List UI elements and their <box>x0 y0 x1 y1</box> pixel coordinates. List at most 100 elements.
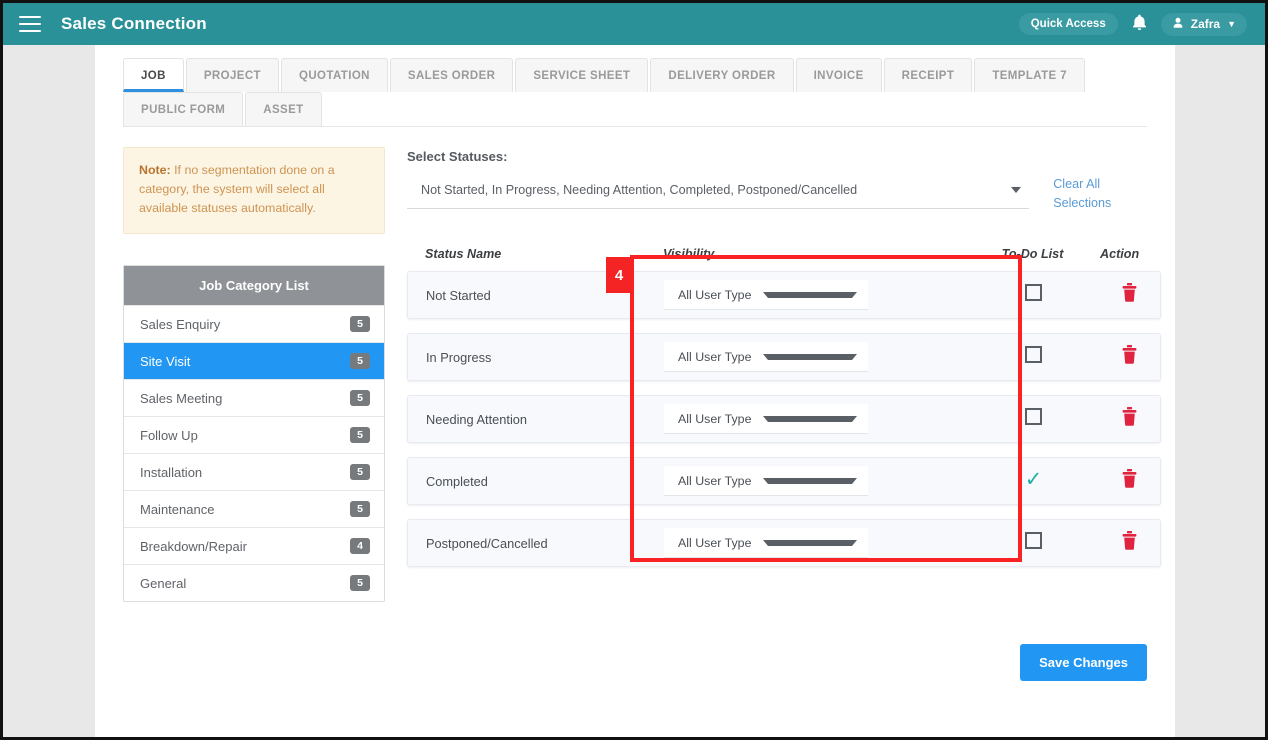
todo-cell <box>966 408 1101 430</box>
status-name-cell: Not Started <box>426 287 491 303</box>
visibility-dropdown[interactable]: All User Type <box>664 280 868 310</box>
visibility-dropdown[interactable]: All User Type <box>664 528 868 558</box>
todo-checkbox[interactable] <box>1025 408 1042 425</box>
tab-job[interactable]: JOB <box>123 58 184 92</box>
column-header-status-name: Status Name <box>425 247 502 261</box>
trash-icon[interactable] <box>1121 345 1138 369</box>
todo-cell <box>966 532 1101 554</box>
column-header-todo-list: To-Do List <box>1001 247 1064 261</box>
table-row: Not Started All User Type <box>407 271 1162 319</box>
top-header-bar: Sales Connection Quick Access Zafra ▼ <box>3 3 1265 45</box>
select-statuses-value: Not Started, In Progress, Needing Attent… <box>421 183 858 197</box>
visibility-value: All User Type <box>678 287 752 302</box>
visibility-dropdown[interactable]: All User Type <box>664 466 868 496</box>
annotation-step-badge: 4 <box>606 257 632 293</box>
category-count-badge: 5 <box>350 316 370 332</box>
todo-checkbox[interactable] <box>1025 346 1042 363</box>
save-changes-button[interactable]: Save Changes <box>1020 644 1147 681</box>
chevron-down-icon <box>762 353 857 360</box>
category-item-maintenance[interactable]: Maintenance 5 <box>124 490 384 527</box>
todo-checkbox[interactable] <box>1025 284 1042 301</box>
footer-actions: Save Changes <box>95 644 1175 681</box>
hamburger-menu-icon[interactable] <box>19 16 41 32</box>
visibility-cell: All User Type <box>636 342 966 372</box>
status-name-cell: In Progress <box>426 349 492 365</box>
category-label: Follow Up <box>140 427 198 443</box>
visibility-cell: All User Type <box>636 404 966 434</box>
category-label: Breakdown/Repair <box>140 538 247 554</box>
table-row: In Progress All User Type <box>407 333 1162 381</box>
chevron-down-icon <box>762 477 857 484</box>
category-item-follow-up[interactable]: Follow Up 5 <box>124 416 384 453</box>
left-column: Note: If no segmentation done on a categ… <box>123 127 385 602</box>
tab-delivery-order[interactable]: DELIVERY ORDER <box>650 58 794 92</box>
status-name-cell: Completed <box>426 473 488 489</box>
table-row: Needing Attention All User Type <box>407 395 1162 443</box>
info-note: Note: If no segmentation done on a categ… <box>123 147 385 234</box>
todo-cell <box>966 346 1101 368</box>
category-count-badge: 5 <box>350 427 370 443</box>
select-statuses-dropdown[interactable]: Not Started, In Progress, Needing Attent… <box>407 177 1030 209</box>
person-icon <box>1172 17 1184 32</box>
todo-checkbox[interactable] <box>1025 532 1042 549</box>
tab-quotation[interactable]: QUOTATION <box>280 58 388 92</box>
category-item-sales-meeting[interactable]: Sales Meeting 5 <box>124 379 384 416</box>
header-actions: Quick Access Zafra ▼ <box>1018 12 1247 36</box>
table-row: Postponed/Cancelled All User Type <box>407 519 1162 567</box>
action-cell <box>1101 531 1160 555</box>
status-table-header: Status Name Visibility To-Do List Action <box>407 247 1161 271</box>
visibility-cell: All User Type <box>636 528 966 558</box>
job-category-list: Job Category List Sales Enquiry 5 Site V… <box>123 265 385 602</box>
category-count-badge: 4 <box>350 538 370 554</box>
tab-public-form[interactable]: PUBLIC FORM <box>123 92 244 126</box>
tab-project[interactable]: PROJECT <box>185 58 279 92</box>
chevron-down-icon <box>762 539 857 546</box>
action-cell <box>1101 283 1160 307</box>
tab-asset[interactable]: ASSET <box>245 92 322 126</box>
tab-row-primary: JOB PROJECT QUOTATION SALES ORDER SERVIC… <box>123 58 1175 92</box>
trash-icon[interactable] <box>1121 531 1138 555</box>
category-item-breakdown-repair[interactable]: Breakdown/Repair 4 <box>124 527 384 564</box>
action-cell <box>1101 469 1160 493</box>
category-label: Sales Enquiry <box>140 316 221 332</box>
category-label: Sales Meeting <box>140 390 223 406</box>
column-header-action: Action <box>1100 247 1140 261</box>
trash-icon[interactable] <box>1121 469 1138 493</box>
content-columns: Note: If no segmentation done on a categ… <box>95 127 1175 602</box>
tab-service-sheet[interactable]: SERVICE SHEET <box>515 58 649 92</box>
category-count-badge: 5 <box>350 464 370 480</box>
main-content-page: JOB PROJECT QUOTATION SALES ORDER SERVIC… <box>95 45 1175 737</box>
status-name-cell: Needing Attention <box>426 411 528 427</box>
user-menu-button[interactable]: Zafra ▼ <box>1160 12 1247 36</box>
app-window: Sales Connection Quick Access Zafra ▼ JO… <box>0 0 1268 740</box>
tab-receipt[interactable]: RECEIPT <box>883 58 973 92</box>
visibility-cell: All User Type <box>636 466 966 496</box>
category-label: Site Visit <box>140 353 191 369</box>
note-strong-label: Note: <box>139 163 171 177</box>
category-label: General <box>140 575 187 591</box>
visibility-dropdown[interactable]: All User Type <box>664 342 868 372</box>
quick-access-button[interactable]: Quick Access <box>1018 13 1118 35</box>
category-item-sales-enquiry[interactable]: Sales Enquiry 5 <box>124 305 384 342</box>
clear-all-selections-link[interactable]: Clear All Selections <box>1053 175 1161 213</box>
visibility-dropdown[interactable]: All User Type <box>664 404 868 434</box>
select-statuses-label: Select Statuses: <box>407 149 508 164</box>
tab-sales-order[interactable]: SALES ORDER <box>389 58 514 92</box>
tab-template-7[interactable]: TEMPLATE 7 <box>974 58 1086 92</box>
app-title: Sales Connection <box>61 14 207 33</box>
trash-icon[interactable] <box>1121 283 1138 307</box>
category-count-badge: 5 <box>350 575 370 591</box>
todo-cell: ✓ <box>966 468 1101 491</box>
action-cell <box>1101 407 1160 431</box>
user-name-label: Zafra <box>1190 17 1221 31</box>
check-icon[interactable]: ✓ <box>1025 468 1043 491</box>
tab-invoice[interactable]: INVOICE <box>795 58 882 92</box>
category-label: Maintenance <box>140 501 215 517</box>
category-item-site-visit[interactable]: Site Visit 5 <box>124 342 384 379</box>
trash-icon[interactable] <box>1121 407 1138 431</box>
bell-icon[interactable] <box>1132 14 1147 35</box>
status-name-cell: Postponed/Cancelled <box>426 535 548 551</box>
category-item-installation[interactable]: Installation 5 <box>124 453 384 490</box>
category-item-general[interactable]: General 5 <box>124 564 384 601</box>
tab-bar: JOB PROJECT QUOTATION SALES ORDER SERVIC… <box>95 45 1175 126</box>
